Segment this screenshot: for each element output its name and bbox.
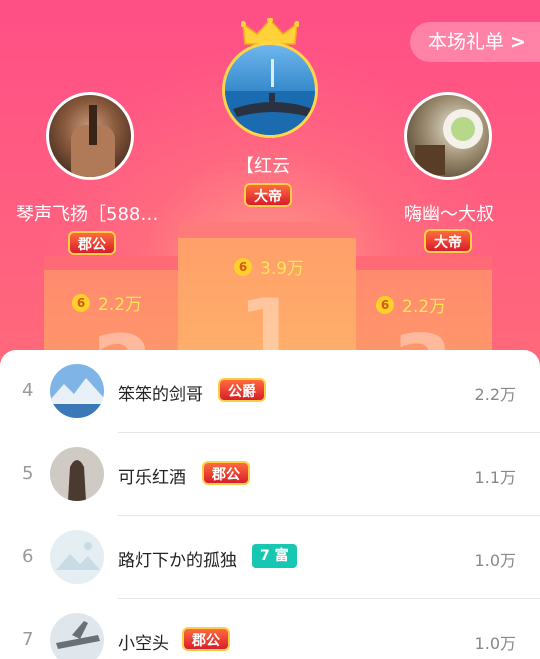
avatar [50,613,104,659]
title-badge: 公爵 [218,378,266,402]
avatar-second-place[interactable] [46,92,134,180]
list-item[interactable]: 5 可乐红酒 郡公 1.1万 [0,433,540,516]
coin-icon: 6 [72,293,90,312]
list-item[interactable]: 6 路灯下か的孤独 7 富 1.0万 [0,516,540,599]
rank-number: 4 [22,380,34,401]
first-place-name: 【红云 [236,156,290,177]
list-item[interactable]: 4 笨笨的剑哥 公爵 2.2万 [0,350,540,433]
avatar-third-place[interactable] [404,92,492,180]
avatar-image [50,530,104,584]
user-name: 笨笨的剑哥 [118,385,203,405]
contribution-value: 1.0万 [474,634,516,653]
third-place-name: 嗨幽～大叔 [404,204,494,225]
podium-first-score: 6 3.9万 [234,254,304,279]
coin-icon: 6 [376,295,394,314]
contribution-value: 2.2万 [474,385,516,404]
second-place-name: 琴声飞扬［588… [16,204,159,225]
second-place-title-badge: 郡公 [68,231,116,255]
contribution-value: 1.1万 [474,468,516,487]
chevron-right-icon: > [510,31,526,53]
avatar [50,447,104,501]
avatar-first-place[interactable] [222,42,318,138]
podium-second-score: 6 2.2万 [72,290,142,315]
avatar [50,530,104,584]
title-badge: 郡公 [202,461,250,485]
leaderboard-hero: 1 2 3 6 3.9万 6 2.2万 6 2.2万 本场礼单 > 琴声飞扬［5… [0,0,540,380]
coin-icon: 6 [234,257,252,276]
rank-number: 5 [22,463,34,484]
third-place-title-badge: 大帝 [424,229,472,253]
avatar-image [50,364,104,418]
ranking-list: 4 笨笨的剑哥 公爵 2.2万 5 可乐红酒 郡公 1.1万 6 路灯下か的孤独… [0,350,540,659]
avatar-image [50,447,104,501]
avatar [50,364,104,418]
list-item[interactable]: 7 小空头 郡公 1.0万 [0,599,540,659]
gift-list-button[interactable]: 本场礼单 > [410,22,540,62]
user-name: 可乐红酒 [118,468,186,488]
wealth-level-badge: 7 富 [252,544,297,568]
user-name: 路灯下か的孤独 [118,551,237,571]
rank-number: 7 [22,629,34,650]
title-badge: 郡公 [182,627,230,651]
contribution-value: 1.0万 [474,551,516,570]
avatar-image [50,613,104,659]
user-name: 小空头 [118,634,169,654]
first-place-title-badge: 大帝 [244,183,292,207]
podium-third-score: 6 2.2万 [376,292,446,317]
rank-number: 6 [22,546,34,567]
